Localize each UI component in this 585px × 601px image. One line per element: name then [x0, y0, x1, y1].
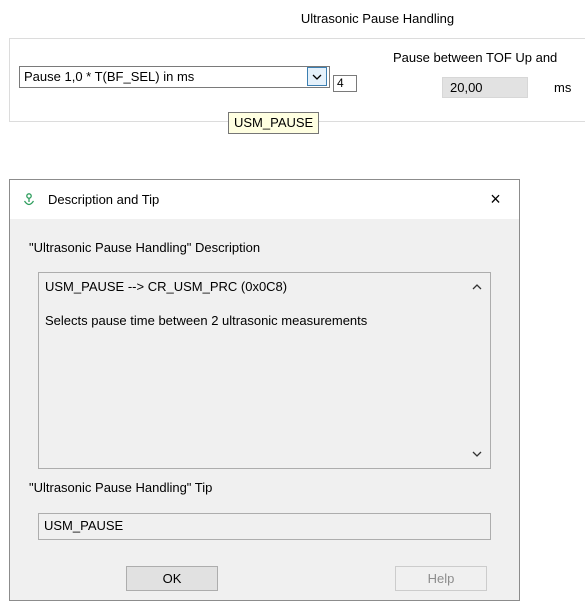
- close-button[interactable]: ×: [472, 180, 519, 219]
- description-heading: "Ultrasonic Pause Handling" Description: [29, 240, 261, 255]
- description-dialog: Description and Tip × "Ultrasonic Pause …: [9, 179, 520, 601]
- chevron-up-icon[interactable]: [470, 282, 484, 292]
- ok-button[interactable]: OK: [126, 566, 218, 591]
- tooltip: USM_PAUSE: [228, 112, 320, 134]
- pause-value-field: 20,00: [442, 77, 528, 98]
- chevron-down-icon: [312, 74, 322, 80]
- chevron-down-icon[interactable]: [470, 449, 484, 459]
- dialog-titlebar[interactable]: Description and Tip ×: [10, 180, 519, 219]
- dropdown-arrow-button[interactable]: [307, 67, 327, 86]
- description-line: Selects pause time between 2 ultrasonic …: [45, 313, 368, 328]
- help-button[interactable]: Help: [395, 566, 487, 591]
- ok-button-label: OK: [162, 571, 182, 586]
- description-line: USM_PAUSE --> CR_USM_PRC (0x0C8): [45, 279, 288, 294]
- help-button-label: Help: [427, 571, 455, 586]
- section-title: Ultrasonic Pause Handling: [300, 11, 455, 26]
- app-icon: [23, 193, 35, 206]
- dialog-title: Description and Tip: [48, 192, 160, 207]
- tip-textbox[interactable]: USM_PAUSE: [38, 513, 491, 540]
- pause-index-field[interactable]: 4: [333, 75, 357, 92]
- pause-mode-dropdown[interactable]: Pause 1,0 * T(BF_SEL) in ms: [19, 66, 330, 88]
- pause-mode-dropdown-value: Pause 1,0 * T(BF_SEL) in ms: [24, 69, 195, 84]
- description-textbox[interactable]: USM_PAUSE --> CR_USM_PRC (0x0C8) Selects…: [38, 272, 491, 469]
- pause-unit-label: ms: [554, 80, 572, 95]
- pause-between-label: Pause between TOF Up and: [393, 50, 558, 65]
- tip-heading: "Ultrasonic Pause Handling" Tip: [29, 480, 213, 495]
- close-icon: ×: [490, 189, 501, 209]
